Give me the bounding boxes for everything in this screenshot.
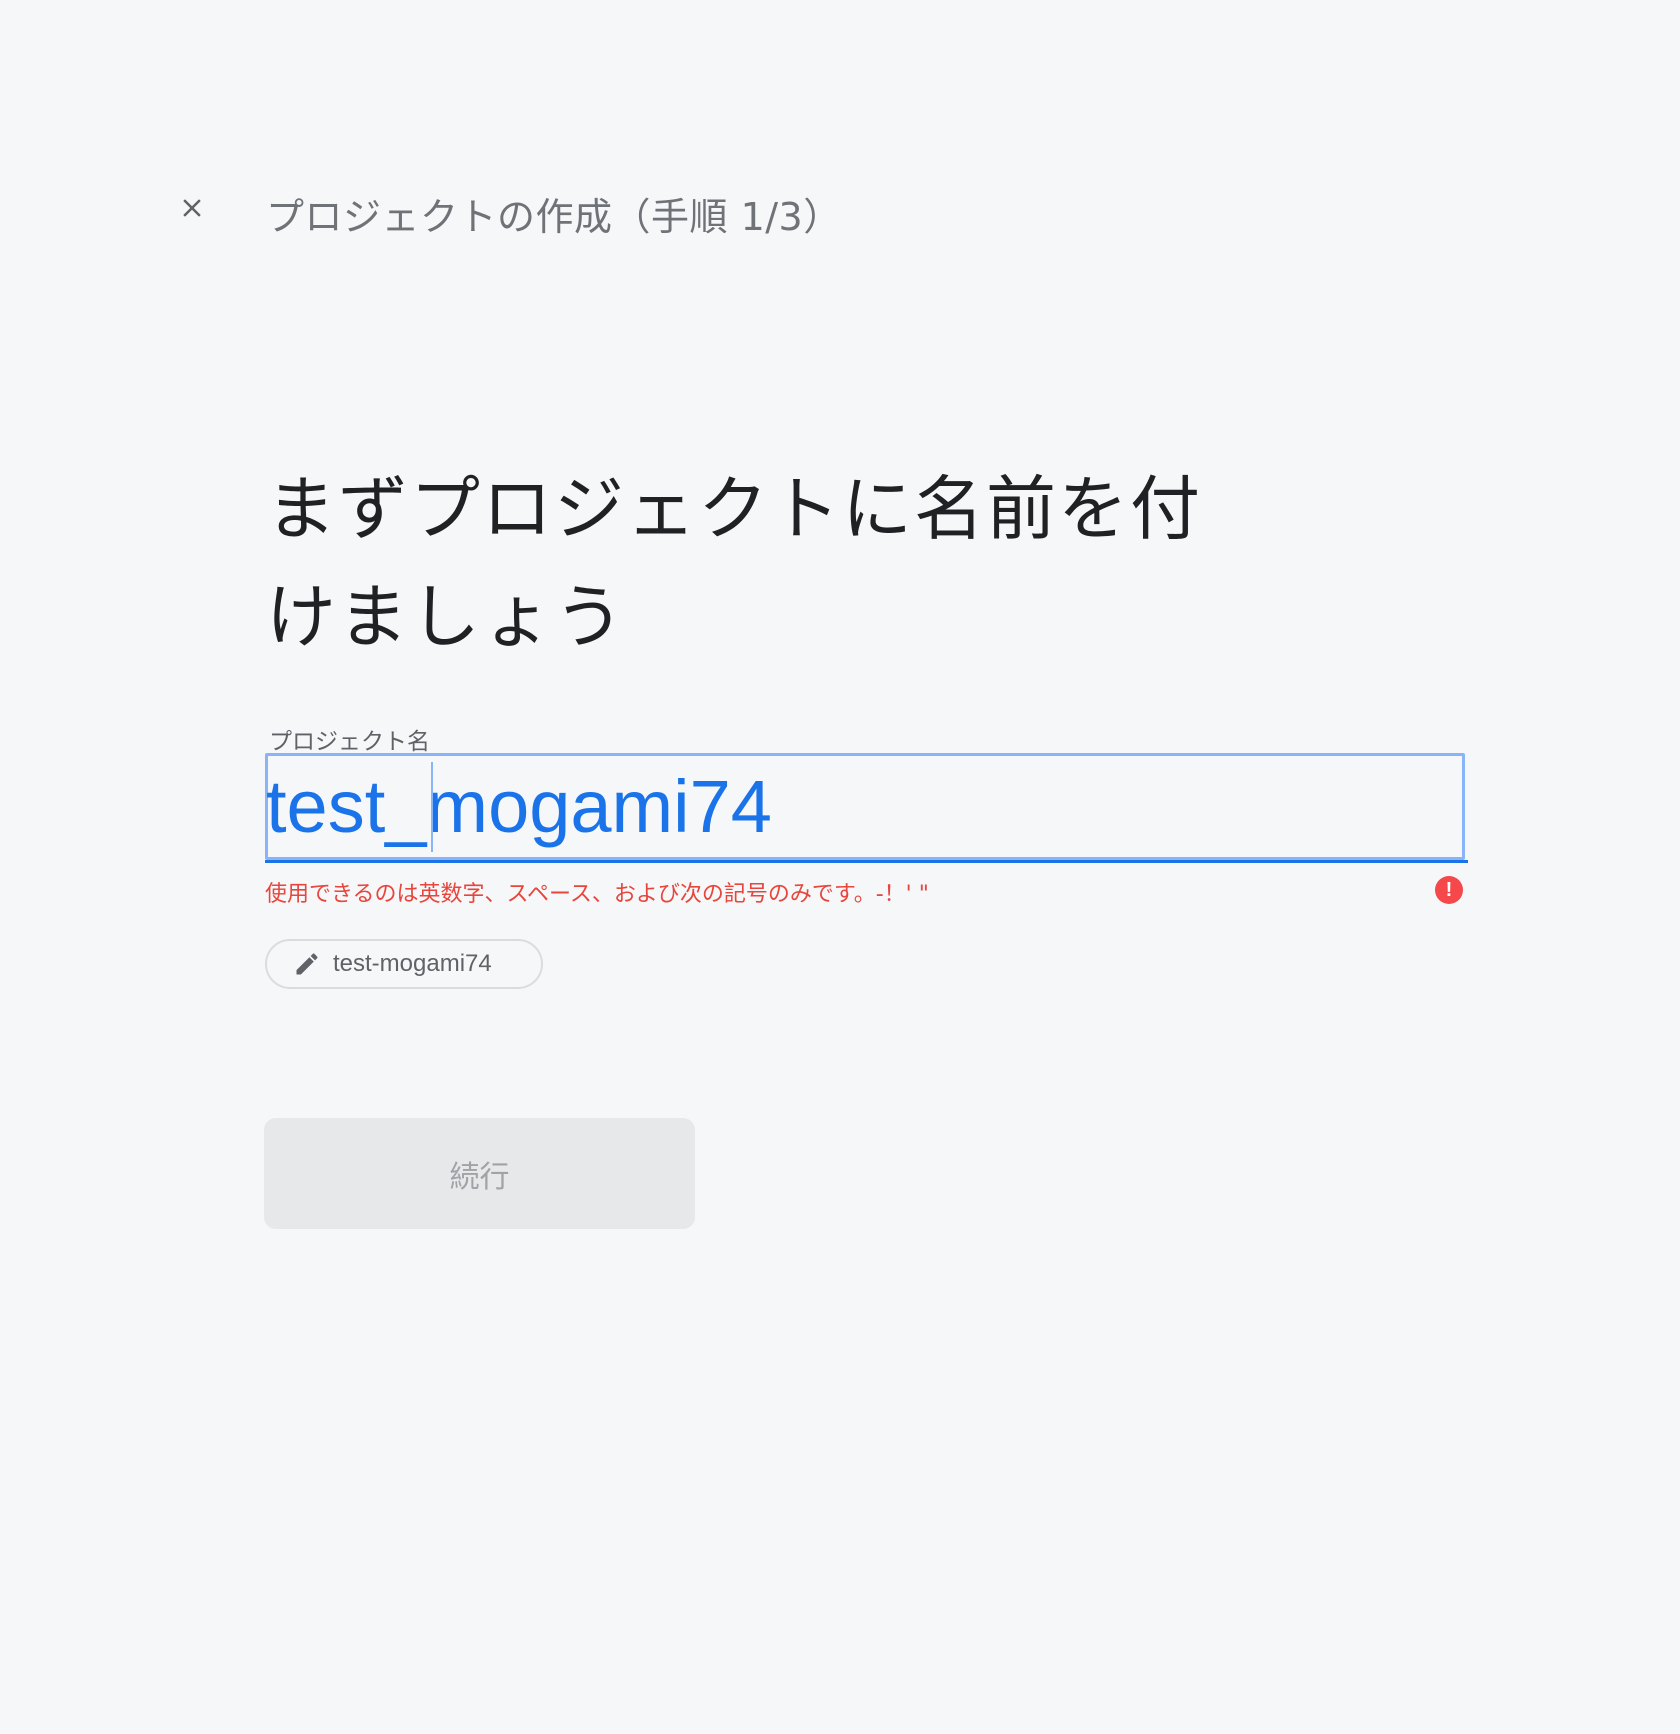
pencil-icon bbox=[296, 953, 318, 975]
project-id-chip[interactable]: test-mogami74 bbox=[265, 939, 543, 989]
error-icon: ! bbox=[1435, 876, 1463, 904]
main-heading: まずプロジェクトに名前を付 けましょう bbox=[266, 455, 1226, 671]
close-icon bbox=[183, 199, 201, 217]
text-caret bbox=[431, 762, 433, 852]
main-heading-line2: けましょう bbox=[266, 576, 626, 658]
project-name-value[interactable]: test_mogami74 bbox=[266, 764, 772, 849]
main-heading-line1: まずプロジェクトに名前を付 bbox=[266, 468, 1202, 550]
project-id-value: test-mogami74 bbox=[333, 950, 492, 977]
close-button[interactable] bbox=[170, 186, 214, 230]
page-title: プロジェクトの作成（手順 1/3） bbox=[266, 195, 842, 239]
header: プロジェクトの作成（手順 1/3） bbox=[170, 180, 841, 239]
input-underline bbox=[265, 860, 1468, 863]
project-name-label: プロジェクト名 bbox=[269, 729, 430, 755]
error-message: 使用できるのは英数字、スペース、および次の記号のみです。-！' " bbox=[265, 882, 929, 907]
continue-button[interactable]: 続行 bbox=[264, 1118, 695, 1229]
create-project-page: プロジェクトの作成（手順 1/3） まずプロジェクトに名前を付 けましょう プロ… bbox=[0, 0, 1680, 1734]
